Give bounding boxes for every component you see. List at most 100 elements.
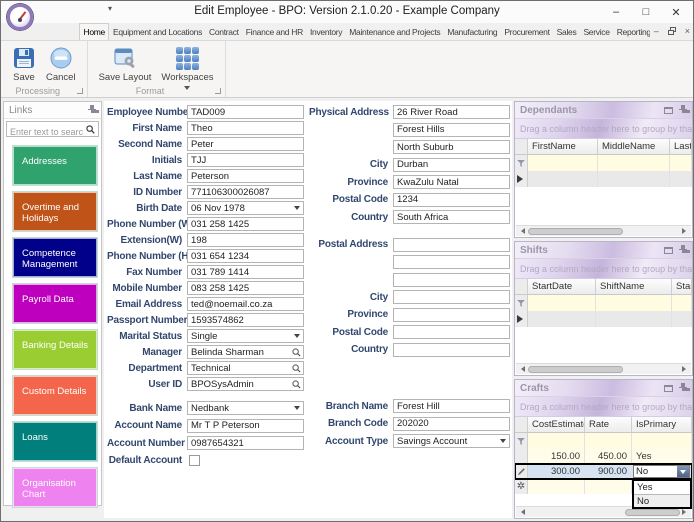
account-type-input[interactable]: Savings Account [393,434,510,448]
marital-status-input[interactable]: Single [187,329,304,343]
account-number-input[interactable]: 0987654321 [187,436,304,450]
search-input[interactable] [7,125,98,139]
physical-address-line1-input[interactable]: 26 River Road [393,105,510,119]
column-header-costestimate[interactable]: CostEstimate [528,417,585,432]
scroll-left-icon[interactable] [518,228,525,234]
scroll-right-icon[interactable] [682,509,689,515]
pin-icon[interactable] [88,105,96,115]
maximize-panel-icon[interactable] [664,384,673,392]
doc-minimize-icon[interactable]: – [654,26,659,36]
scroll-right-icon[interactable] [682,366,689,372]
pin-icon[interactable] [679,245,687,255]
scrollbar-thumb[interactable] [528,227,623,235]
physical-province-input[interactable]: KwaZulu Natal [393,175,510,189]
isprimary-editor-cell[interactable]: No [632,464,692,479]
physical-postal-code-input[interactable]: 1234 [393,192,510,207]
mobile-number-input[interactable]: 083 258 1425 [187,281,304,295]
sidebar-item-organisation-chart[interactable]: Organisation Chart [12,467,98,508]
department-input[interactable]: Technical [187,361,304,375]
tab-sales[interactable]: Sales [553,24,580,40]
dropdown-option-no[interactable]: No [634,494,690,507]
postal-postal-code-input[interactable] [393,325,510,339]
physical-country-input[interactable]: South Africa [393,210,510,224]
tab-equipment-and-locations[interactable]: Equipment and Locations [109,24,205,40]
pin-icon[interactable] [679,383,687,393]
passport-number-input[interactable]: 1593574862 [187,313,304,327]
postal-address-line1-input[interactable] [393,237,510,252]
scroll-left-icon[interactable] [518,509,525,515]
extension-w-input[interactable]: 198 [187,233,304,247]
phone-number-w-input[interactable]: 031 258 1425 [187,217,304,231]
minimize-button[interactable]: – [601,1,631,23]
initials-input[interactable]: TJJ [187,153,304,167]
bank-name-input[interactable]: Nedbank [187,401,304,415]
sidebar-item-loans[interactable]: Loans [12,421,98,462]
isprimary-combo[interactable]: No [633,465,690,478]
tab-maintenance-and-projects[interactable]: Maintenance and Projects [346,24,444,40]
column-header-isprimary[interactable]: IsPrimary [632,417,692,432]
first-name-input[interactable]: Theo [187,121,304,135]
maximize-panel-icon[interactable] [664,106,673,114]
table-row-editing[interactable]: 300.00 900.00 No [515,463,692,480]
phone-number-h-input[interactable]: 031 654 1234 [187,249,304,263]
scrollbar-thumb[interactable] [528,365,623,373]
scroll-right-icon[interactable] [682,228,689,234]
manager-input[interactable]: Belinda Sharman [187,345,304,359]
tab-finance-and-hr[interactable]: Finance and HR [242,24,306,40]
close-button[interactable]: ✕ [661,1,691,23]
filter-row[interactable] [515,433,692,449]
search-icon[interactable] [291,363,302,373]
column-header-middlename[interactable]: MiddleName [598,139,670,154]
save-layout-button[interactable]: Save Layout [94,44,157,85]
table-row[interactable] [515,171,692,187]
pin-icon[interactable] [679,105,687,115]
postal-country-input[interactable] [393,342,510,357]
tab-contract[interactable]: Contract [206,24,243,40]
maximize-button[interactable]: □ [631,1,661,23]
user-id-input[interactable]: BPOSysAdmin [187,377,304,391]
second-name-input[interactable]: Peter [187,137,304,151]
filter-row[interactable] [515,295,692,311]
branch-name-input[interactable]: Forest Hill [393,399,510,413]
postal-city-input[interactable] [393,290,510,304]
table-row[interactable] [515,311,692,327]
filter-row[interactable] [515,155,692,171]
cancel-button[interactable]: Cancel [41,44,81,85]
tab-reporting[interactable]: Reporting [613,24,654,40]
sidebar-item-competence-management[interactable]: Competence Management [12,237,98,278]
tab-home[interactable]: Home [79,23,110,40]
account-name-input[interactable]: Mr T P Peterson [187,418,304,433]
quick-access-dropdown-icon[interactable]: ▾ [108,4,112,13]
chevron-down-icon[interactable] [291,202,303,214]
last-name-input[interactable]: Peterson [187,169,304,183]
email-address-input[interactable]: ted@noemail.co.za [187,297,304,311]
doc-close-icon[interactable]: × [685,26,690,36]
sidebar-item-overtime-and-holidays[interactable]: Overtime and Holidays [12,191,98,232]
column-header-lastname[interactable]: LastName [670,139,692,154]
search-icon[interactable] [291,347,302,357]
employee-number-input[interactable]: TAD009 [187,105,304,119]
dropdown-option-yes[interactable]: Yes [634,481,690,494]
combo-dropdown-icon[interactable] [677,466,689,477]
physical-city-input[interactable]: Durban [393,157,510,172]
fax-number-input[interactable]: 031 789 1414 [187,265,304,279]
sidebar-item-banking-details[interactable]: Banking Details [12,329,98,370]
postal-address-line2-input[interactable] [393,255,510,269]
doc-restore-icon[interactable] [667,27,676,35]
tab-inventory[interactable]: Inventory [306,24,345,40]
tab-procurement[interactable]: Procurement [501,24,553,40]
column-header-rate[interactable]: Rate [585,417,632,432]
branch-code-input[interactable]: 202020 [393,416,510,431]
postal-province-input[interactable] [393,307,510,322]
dialog-launcher-icon[interactable] [214,88,221,94]
sidebar-item-custom-details[interactable]: Custom Details [12,375,98,416]
tab-manufacturing[interactable]: Manufacturing [444,24,501,40]
horizontal-scrollbar[interactable] [516,363,691,374]
tab-service[interactable]: Service [580,24,613,40]
save-button[interactable]: Save [7,44,41,85]
birth-date-input[interactable]: 06 Nov 1978 [187,201,304,215]
default-account-checkbox[interactable] [189,455,200,466]
postal-address-line3-input[interactable] [393,272,510,287]
scrollbar-thumb[interactable] [625,508,680,516]
sidebar-item-payroll-data[interactable]: Payroll Data [12,283,98,324]
